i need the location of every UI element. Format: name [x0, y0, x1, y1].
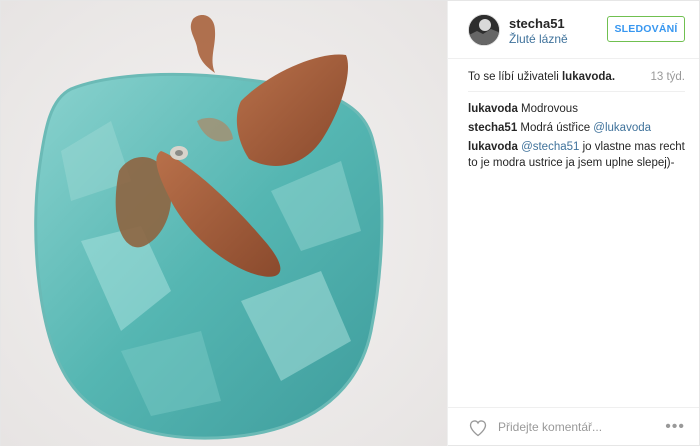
post-footer: Přidejte komentář... ••• — [448, 407, 699, 446]
heart-outline-icon[interactable] — [468, 418, 488, 438]
comment-item: stecha51 Modrá ústřice @lukavoda — [468, 120, 687, 136]
follow-button-label: SLEDOVÁNÍ — [614, 23, 678, 35]
comment-text: Modrá ústřice — [517, 122, 594, 134]
comments-list: lukavoda Modrovous stecha51 Modrá ústřice… — [468, 101, 687, 174]
comment-text: Modrovous — [517, 103, 578, 115]
comment-username[interactable]: lukavoda — [468, 103, 518, 115]
post-photo[interactable] — [1, 1, 447, 446]
comment-input[interactable]: Přidejte komentář... — [498, 420, 602, 434]
post-age[interactable]: 13 týd. — [650, 71, 685, 83]
likes-prefix: To se líbí uživateli — [468, 71, 559, 83]
instagram-post: stecha51 Žluté lázně SLEDOVÁNÍ To se líb… — [0, 0, 700, 446]
more-options-icon[interactable]: ••• — [665, 418, 685, 436]
divider — [468, 91, 685, 92]
likes-row: To se líbí uživateli lukavoda. 13 týd. — [468, 71, 685, 89]
post-location[interactable]: Žluté lázně — [509, 32, 568, 46]
comment-mention[interactable]: @lukavoda — [593, 122, 651, 134]
photo-illustration — [1, 1, 447, 446]
author-avatar[interactable] — [468, 14, 500, 46]
comment-item: lukavoda @stecha51 jo vlastne mas recht … — [468, 139, 687, 171]
follow-button[interactable]: SLEDOVÁNÍ — [607, 16, 685, 42]
post-header: stecha51 Žluté lázně SLEDOVÁNÍ — [448, 1, 699, 59]
comment-username[interactable]: stecha51 — [468, 122, 517, 134]
author-username[interactable]: stecha51 — [509, 16, 565, 31]
comment-mention[interactable]: @stecha51 — [521, 141, 579, 153]
comment-item: lukavoda Modrovous — [468, 101, 687, 117]
comment-username[interactable]: lukavoda — [468, 141, 518, 153]
post-sidebar: stecha51 Žluté lázně SLEDOVÁNÍ To se líb… — [447, 1, 699, 446]
likes-user[interactable]: lukavoda. — [562, 71, 615, 83]
